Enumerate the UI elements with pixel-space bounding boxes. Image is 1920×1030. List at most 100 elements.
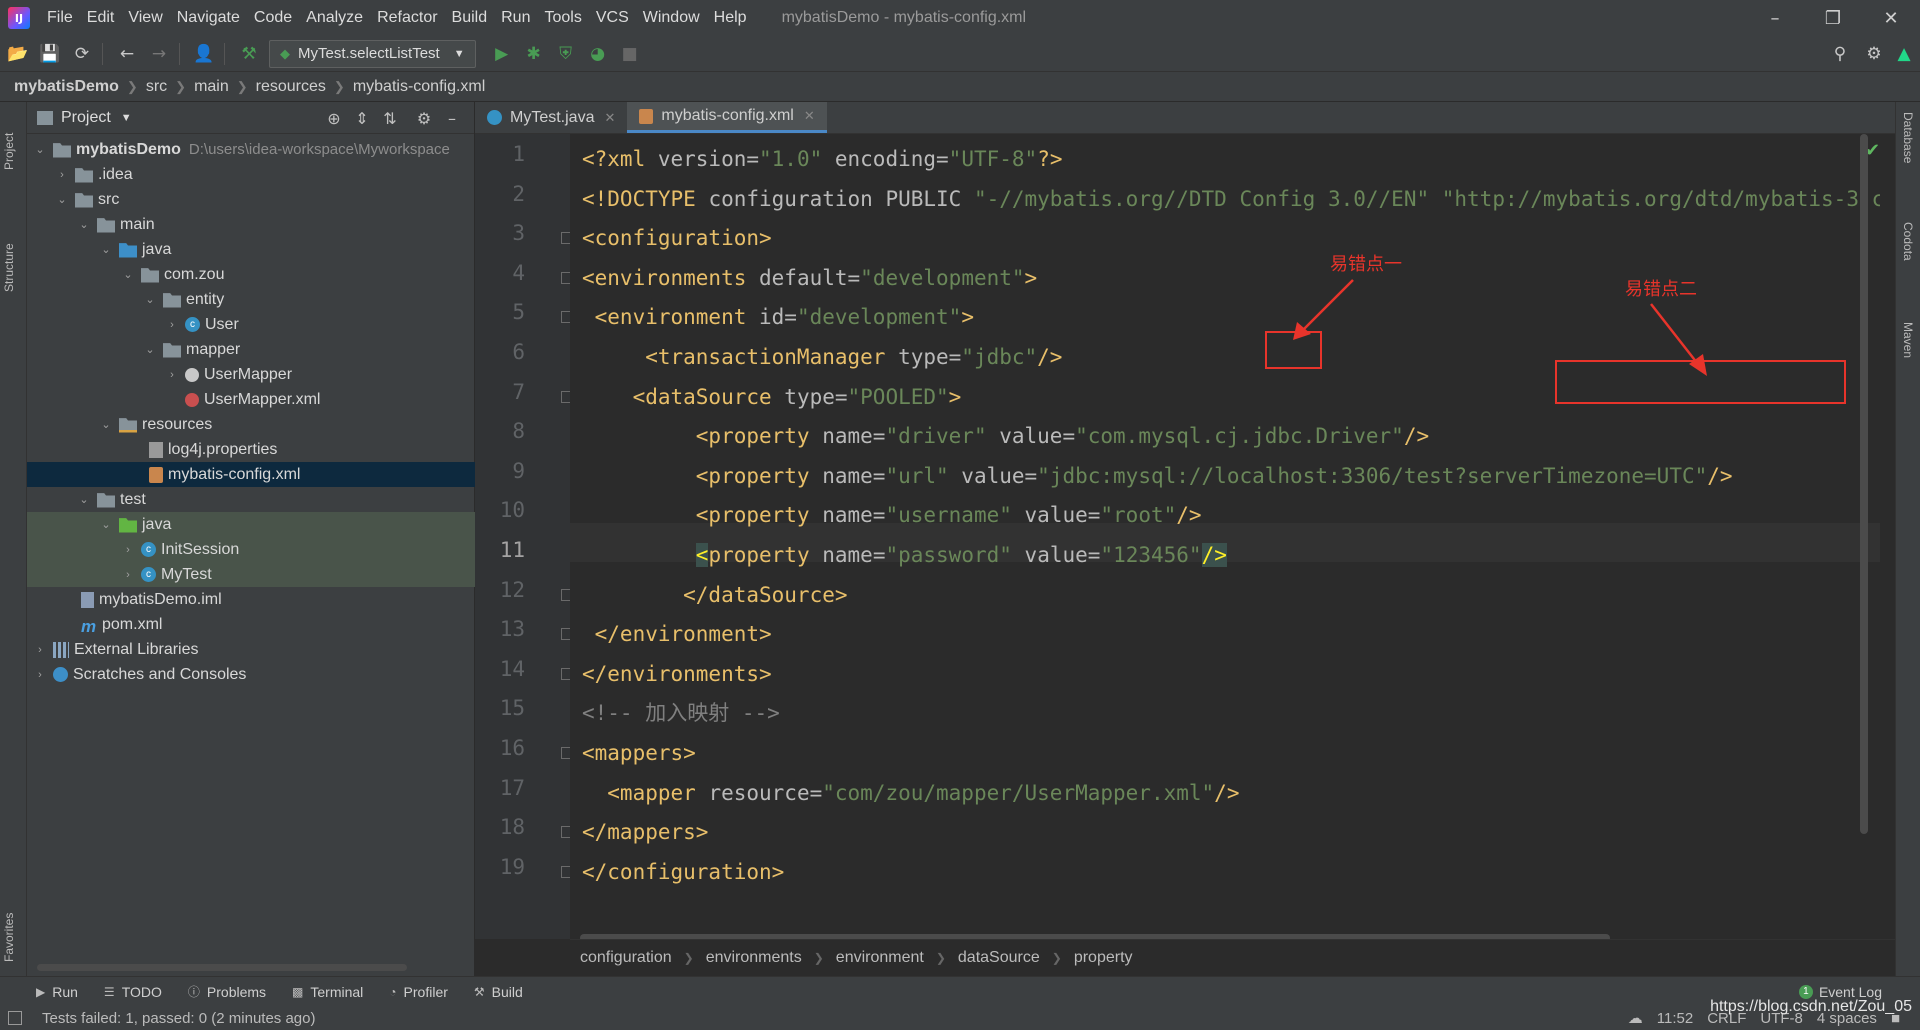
back-icon[interactable]: ← <box>113 40 141 68</box>
cloud-gear-icon[interactable]: ☁ <box>1628 1009 1643 1027</box>
menu-file[interactable]: File <box>40 9 80 27</box>
locate-file-icon[interactable]: ⊕ <box>320 106 348 130</box>
menu-tools[interactable]: Tools <box>537 9 588 27</box>
tree-item-mytest[interactable]: › c MyTest <box>27 562 475 587</box>
tree-item-initsession[interactable]: › c InitSession <box>27 537 475 562</box>
tree-item-pom[interactable]: m pom.xml <box>27 612 475 637</box>
close-tab-icon[interactable]: ✕ <box>804 108 815 124</box>
profile-icon[interactable]: ◕ <box>584 40 612 68</box>
menu-build[interactable]: Build <box>445 9 495 27</box>
menu-view[interactable]: View <box>121 9 169 27</box>
menu-refactor[interactable]: Refactor <box>370 9 444 27</box>
tool-profiler[interactable]: ◔ Profiler <box>389 984 448 1000</box>
codota-tool-tab[interactable]: Codota <box>1901 222 1915 261</box>
menu-analyze[interactable]: Analyze <box>299 9 370 27</box>
tab-mybatis-config-xml[interactable]: mybatis-config.xml ✕ <box>627 102 827 133</box>
save-all-icon[interactable]: 💾 <box>36 40 64 68</box>
user-icon[interactable]: 👤 <box>190 40 218 68</box>
tree-item-iml[interactable]: mybatisDemo.iml <box>27 587 475 612</box>
xml-file-icon <box>149 466 163 483</box>
menu-edit[interactable]: Edit <box>80 9 122 27</box>
code-editor[interactable]: <?xml version="1.0" encoding="UTF-8"?> <!… <box>570 134 1880 939</box>
close-window-icon[interactable]: ✕ <box>1862 0 1920 36</box>
tree-item-resources[interactable]: ⌄ resources <box>27 412 475 437</box>
tree-item-main[interactable]: ⌄ main <box>27 212 475 237</box>
tree-item-mybatisdemo[interactable]: ⌄ mybatisDemo D:\users\idea-workspace\My… <box>27 137 475 162</box>
crumb-property[interactable]: property <box>1074 949 1133 967</box>
crumb-datasource[interactable]: dataSource <box>958 949 1040 967</box>
favorites-tool-tab[interactable]: Favorites <box>2 882 16 962</box>
menu-run[interactable]: Run <box>494 9 537 27</box>
menu-help[interactable]: Help <box>707 9 754 27</box>
build-hammer-icon[interactable]: ⚒ <box>235 40 263 68</box>
tree-item-test[interactable]: ⌄ test <box>27 487 475 512</box>
java-class-icon: c <box>185 317 200 332</box>
stop-icon[interactable]: ■ <box>616 40 644 68</box>
tree-item-idea[interactable]: › .idea <box>27 162 475 187</box>
tree-item-usermapper[interactable]: › UserMapper <box>27 362 475 387</box>
nav-crumb-resources[interactable]: resources <box>256 78 326 96</box>
tree-item-usermapper-xml[interactable]: UserMapper.xml <box>27 387 475 412</box>
crumb-environment[interactable]: environment <box>836 949 924 967</box>
gear-icon[interactable]: ⚙ <box>410 106 438 130</box>
sync-icon[interactable]: ⟳ <box>68 40 96 68</box>
settings-gear-icon[interactable]: ⚙ <box>1860 40 1888 68</box>
jetbrains-toolbox-icon[interactable]: ▲ <box>1890 40 1918 68</box>
minimize-icon[interactable]: – <box>1746 0 1804 36</box>
tree-item-scratches[interactable]: › Scratches and Consoles <box>27 662 475 687</box>
nav-crumb-main[interactable]: main <box>194 78 229 96</box>
coverage-icon[interactable]: ⛨ <box>552 40 580 68</box>
code-line: <property name="password" value="123456"… <box>582 536 1227 575</box>
expand-all-icon[interactable]: ⇕ <box>348 106 376 130</box>
close-tab-icon[interactable]: ✕ <box>604 110 615 126</box>
restore-icon[interactable]: ❐ <box>1804 0 1862 36</box>
tree-item-user[interactable]: › c User <box>27 312 475 337</box>
tab-mytest-java[interactable]: MyTest.java ✕ <box>475 102 627 133</box>
crumb-configuration[interactable]: configuration <box>580 949 672 967</box>
nav-crumb-src[interactable]: src <box>146 78 167 96</box>
tree-item-entity[interactable]: ⌄ entity <box>27 287 475 312</box>
menu-window[interactable]: Window <box>636 9 707 27</box>
editor-vertical-scrollbar[interactable] <box>1860 134 1868 834</box>
code-token: "UTF-8" <box>948 147 1038 171</box>
collapse-all-icon[interactable]: ⇅ <box>376 106 404 130</box>
menu-navigate[interactable]: Navigate <box>170 9 247 27</box>
tree-item-src[interactable]: ⌄ src <box>27 187 475 212</box>
tree-item-mapper[interactable]: ⌄ mapper <box>27 337 475 362</box>
tree-item-mybatis-config-selected[interactable]: mybatis-config.xml <box>27 462 475 487</box>
tree-item-label: mybatisDemo <box>76 140 181 158</box>
database-tool-tab[interactable]: Database <box>1901 112 1915 163</box>
forward-icon[interactable]: → <box>145 40 173 68</box>
tool-problems[interactable]: ⓘ Problems <box>188 983 266 1000</box>
tree-item-external-libraries[interactable]: › External Libraries <box>27 637 475 662</box>
maven-tool-tab[interactable]: Maven <box>1901 322 1915 358</box>
structure-tool-tab[interactable]: Structure <box>2 202 16 292</box>
debug-icon[interactable]: ✱ <box>520 40 548 68</box>
tool-todo[interactable]: ☰ TODO <box>104 984 162 1000</box>
run-icon[interactable]: ▶ <box>488 40 516 68</box>
nav-crumb-project[interactable]: mybatisDemo <box>14 78 119 96</box>
project-tool-tab[interactable]: Project <box>2 110 16 170</box>
tree-item-com-zou[interactable]: ⌄ com.zou <box>27 262 475 287</box>
tool-terminal[interactable]: ▩ Terminal <box>292 984 363 1000</box>
menu-vcs[interactable]: VCS <box>589 9 636 27</box>
run-configuration-select[interactable]: ◆ MyTest.selectListTest ▼ <box>269 39 476 68</box>
hide-panel-icon[interactable]: – <box>438 106 466 130</box>
chevron-right-icon: ❯ <box>813 951 824 965</box>
menu-code[interactable]: Code <box>247 9 299 27</box>
tool-run[interactable]: ▶ Run <box>36 984 78 1000</box>
tool-build[interactable]: ⚒ Build <box>474 984 523 1000</box>
status-message[interactable]: Tests failed: 1, passed: 0 (2 minutes ag… <box>42 1010 315 1027</box>
tree-item-java[interactable]: ⌄ java <box>27 237 475 262</box>
crumb-environments[interactable]: environments <box>706 949 802 967</box>
open-folder-icon[interactable]: 📂 <box>4 40 32 68</box>
project-horizontal-scrollbar[interactable] <box>37 964 407 971</box>
nav-crumb-file[interactable]: mybatis-config.xml <box>353 78 485 96</box>
search-icon[interactable]: ⚲ <box>1826 40 1854 68</box>
code-token: type= <box>784 384 848 409</box>
tree-item-log4j[interactable]: log4j.properties <box>27 437 475 462</box>
toggle-tool-windows-icon[interactable] <box>8 1011 22 1025</box>
tree-item-label: resources <box>142 415 213 433</box>
package-icon <box>163 293 181 308</box>
tree-item-test-java[interactable]: ⌄ java <box>27 512 475 537</box>
